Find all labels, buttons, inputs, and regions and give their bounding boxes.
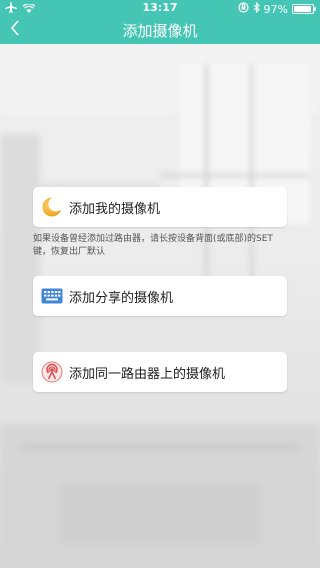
bluetooth-icon <box>253 1 260 16</box>
battery-fill <box>294 6 312 12</box>
option-label: 添加分享的摄像机 <box>69 290 174 306</box>
bg-furniture <box>60 484 260 544</box>
status-right: 97% <box>237 1 316 16</box>
battery-percent: 97% <box>263 2 288 16</box>
top-bar: 13:17 97% 添加摄像机 <box>0 0 320 44</box>
moon-camera-icon <box>39 194 65 220</box>
bg-window-frame <box>250 64 253 294</box>
reset-hint-text: 如果设备曾经添加过路由器，请长按设备背面(或底部)的SET键，恢复出厂默认 <box>33 234 273 257</box>
bg-table-edge <box>20 444 300 450</box>
battery-icon <box>292 4 316 14</box>
status-bar: 13:17 97% <box>0 0 320 16</box>
add-same-router-camera-button[interactable]: 添加同一路由器上的摄像机 <box>33 352 287 392</box>
option-label: 添加同一路由器上的摄像机 <box>69 366 226 382</box>
bg-window-frame <box>205 64 208 294</box>
keyboard-icon <box>39 283 65 309</box>
nav-bar: 添加摄像机 <box>0 16 320 44</box>
add-shared-camera-button[interactable]: 添加分享的摄像机 <box>33 276 287 316</box>
router-signal-icon <box>39 359 65 385</box>
add-my-camera-button[interactable]: 添加我的摄像机 <box>33 187 287 227</box>
option-label: 添加我的摄像机 <box>69 201 161 217</box>
rotation-lock-icon <box>237 2 249 16</box>
bg-wall-left <box>0 134 40 384</box>
page-title: 添加摄像机 <box>122 22 198 40</box>
bg-window-frame <box>160 174 310 177</box>
